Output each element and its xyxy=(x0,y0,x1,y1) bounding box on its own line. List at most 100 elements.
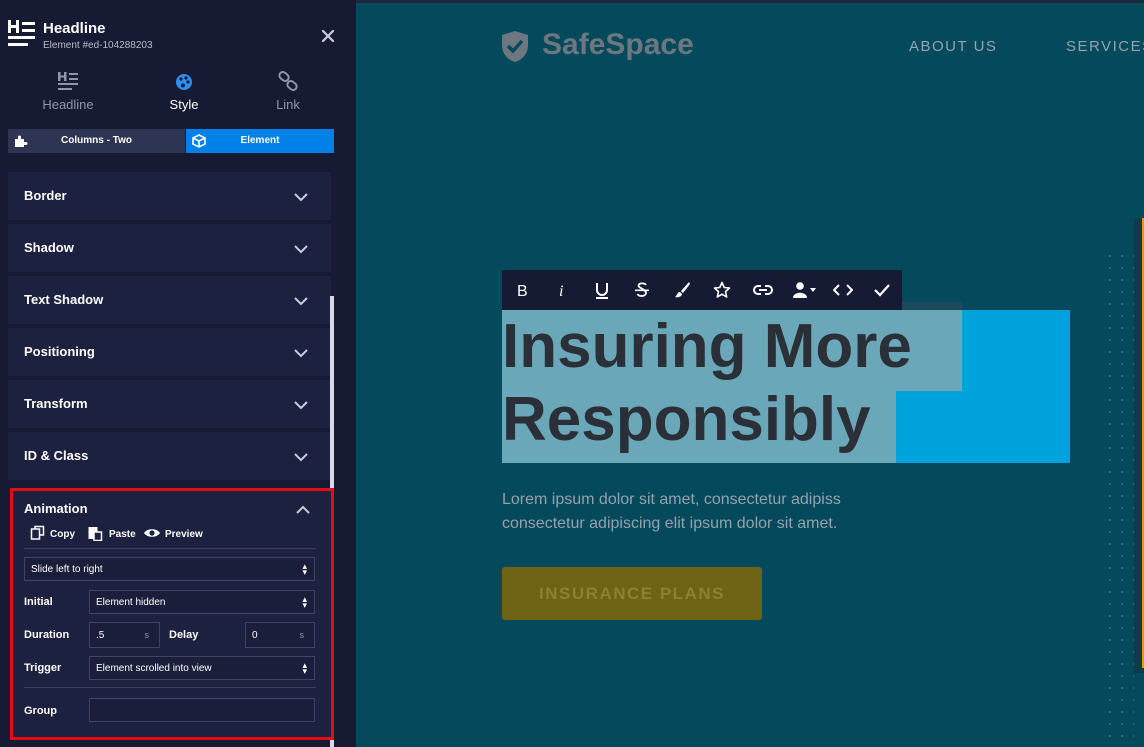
breadcrumb-label: Element xyxy=(240,135,280,146)
section-label: Shadow xyxy=(24,240,74,255)
section-label: Text Shadow xyxy=(24,292,104,307)
bold-button[interactable]: B xyxy=(502,270,542,310)
confirm-button[interactable] xyxy=(862,270,902,310)
section-border[interactable]: Border xyxy=(8,172,331,220)
headline-icon xyxy=(58,72,78,90)
chevron-down-icon xyxy=(294,453,308,462)
underline-button[interactable] xyxy=(582,270,622,310)
strikethrough-button[interactable] xyxy=(622,270,662,310)
code-icon xyxy=(833,284,853,296)
select-value: Element hidden xyxy=(96,597,166,608)
tab-style[interactable]: Style xyxy=(134,68,234,116)
brand-name[interactable]: SafeSpace xyxy=(542,28,694,62)
select-value: Slide left to right xyxy=(31,564,103,575)
section-text-shadow[interactable]: Text Shadow xyxy=(8,276,331,324)
headline-line: Responsibly xyxy=(502,385,871,454)
section-positioning[interactable]: Positioning xyxy=(8,328,331,376)
code-button[interactable] xyxy=(822,270,862,310)
section-label: Border xyxy=(24,188,67,203)
copy-icon xyxy=(30,525,45,540)
breadcrumb-columns-two[interactable]: Columns - Two xyxy=(8,129,185,153)
panel-title: Headline xyxy=(43,20,106,37)
chevron-down-icon xyxy=(294,349,308,358)
underline-icon xyxy=(596,283,608,299)
tab-label: Headline xyxy=(42,97,94,112)
close-icon[interactable] xyxy=(318,26,338,46)
trigger-select[interactable]: Element scrolled into view ▴ ▾ xyxy=(89,656,315,680)
nav-services[interactable]: SERVICES xyxy=(1066,38,1144,55)
personalize-dropdown[interactable] xyxy=(782,270,822,310)
star-icon xyxy=(713,281,731,298)
body-paragraph[interactable]: Lorem ipsum dolor sit amet, consectetur … xyxy=(502,488,922,536)
section-shadow[interactable]: Shadow xyxy=(8,224,331,272)
preview-label: Preview xyxy=(165,529,203,540)
breadcrumb-label: Columns - Two xyxy=(61,135,132,146)
divider xyxy=(24,548,316,549)
link-icon xyxy=(278,71,298,91)
copy-button[interactable]: Copy xyxy=(30,525,80,543)
unit-label: s xyxy=(299,630,305,640)
person-icon xyxy=(793,282,816,298)
tab-headline[interactable]: Headline xyxy=(18,68,118,116)
chevron-up-icon[interactable] xyxy=(295,503,311,517)
delay-input[interactable]: 0 s xyxy=(245,622,315,648)
color-brush-button[interactable] xyxy=(662,270,702,310)
link-button[interactable] xyxy=(742,270,782,310)
unit-label: s xyxy=(144,630,150,640)
link-icon xyxy=(753,285,773,295)
section-label: Animation xyxy=(24,501,88,516)
tab-link[interactable]: Link xyxy=(238,68,338,116)
strikethrough-icon xyxy=(635,282,649,297)
element-id: Element #ed-104288203 xyxy=(43,40,153,51)
select-value: Element scrolled into view xyxy=(96,663,212,674)
chevron-down-icon xyxy=(294,297,308,306)
group-input[interactable] xyxy=(89,698,315,722)
section-id-class[interactable]: ID & Class xyxy=(8,432,331,480)
eye-icon xyxy=(144,529,160,537)
section-transform[interactable]: Transform xyxy=(8,380,331,428)
input-value: .5 xyxy=(96,630,105,641)
copy-label: Copy xyxy=(50,529,75,540)
initial-label: Initial xyxy=(24,596,53,608)
group-label: Group xyxy=(24,705,57,717)
insurance-plans-button[interactable]: INSURANCE PLANS xyxy=(502,567,762,620)
italic-button[interactable]: i xyxy=(542,270,582,310)
palette-icon xyxy=(176,74,192,90)
chevron-down-icon xyxy=(294,401,308,410)
initial-select[interactable]: Element hidden ▴ ▾ xyxy=(89,590,315,614)
italic-icon: i xyxy=(559,283,563,299)
nav-about-us[interactable]: ABOUT US xyxy=(909,38,997,55)
brush-icon xyxy=(675,282,690,298)
panel-tabs: Headline Style Link xyxy=(0,68,356,116)
canvas-top-border xyxy=(356,0,1144,3)
canvas-scrollbar[interactable] xyxy=(1134,218,1144,673)
headline-text[interactable]: Insuring More Responsibly xyxy=(502,310,1070,456)
preview-button[interactable]: Preview xyxy=(143,525,205,543)
chevron-down-icon xyxy=(294,245,308,254)
duration-input[interactable]: .5 s xyxy=(89,622,160,648)
select-arrows-icon: ▴ ▾ xyxy=(302,660,307,676)
chevron-down-icon xyxy=(294,193,308,202)
section-label: Transform xyxy=(24,396,88,411)
section-label: Positioning xyxy=(24,344,95,359)
breadcrumb-element[interactable]: Element xyxy=(186,129,334,153)
sidebar-header: Headline Element #ed-104288203 xyxy=(0,0,356,60)
editor-sidebar: Headline Element #ed-104288203 Headline xyxy=(0,0,356,747)
rich-text-toolbar: B i xyxy=(502,270,902,310)
shield-check-icon xyxy=(502,31,528,62)
svg-text:i: i xyxy=(559,283,563,299)
svg-text:B: B xyxy=(517,283,528,299)
star-button[interactable] xyxy=(702,270,742,310)
headline-line: Insuring More xyxy=(502,312,912,381)
animation-type-select[interactable]: Slide left to right ▴ ▾ xyxy=(24,557,315,581)
duration-label: Duration xyxy=(24,629,70,641)
decorative-dot-pattern xyxy=(1104,250,1134,740)
section-label: ID & Class xyxy=(24,448,89,463)
divider xyxy=(24,687,316,688)
select-arrows-icon: ▴ ▾ xyxy=(302,561,307,577)
paste-button[interactable]: Paste xyxy=(87,525,139,543)
trigger-label: Trigger xyxy=(24,662,62,674)
bold-icon: B xyxy=(517,283,528,299)
select-arrows-icon: ▴ ▾ xyxy=(302,594,307,610)
paste-label: Paste xyxy=(109,529,136,540)
